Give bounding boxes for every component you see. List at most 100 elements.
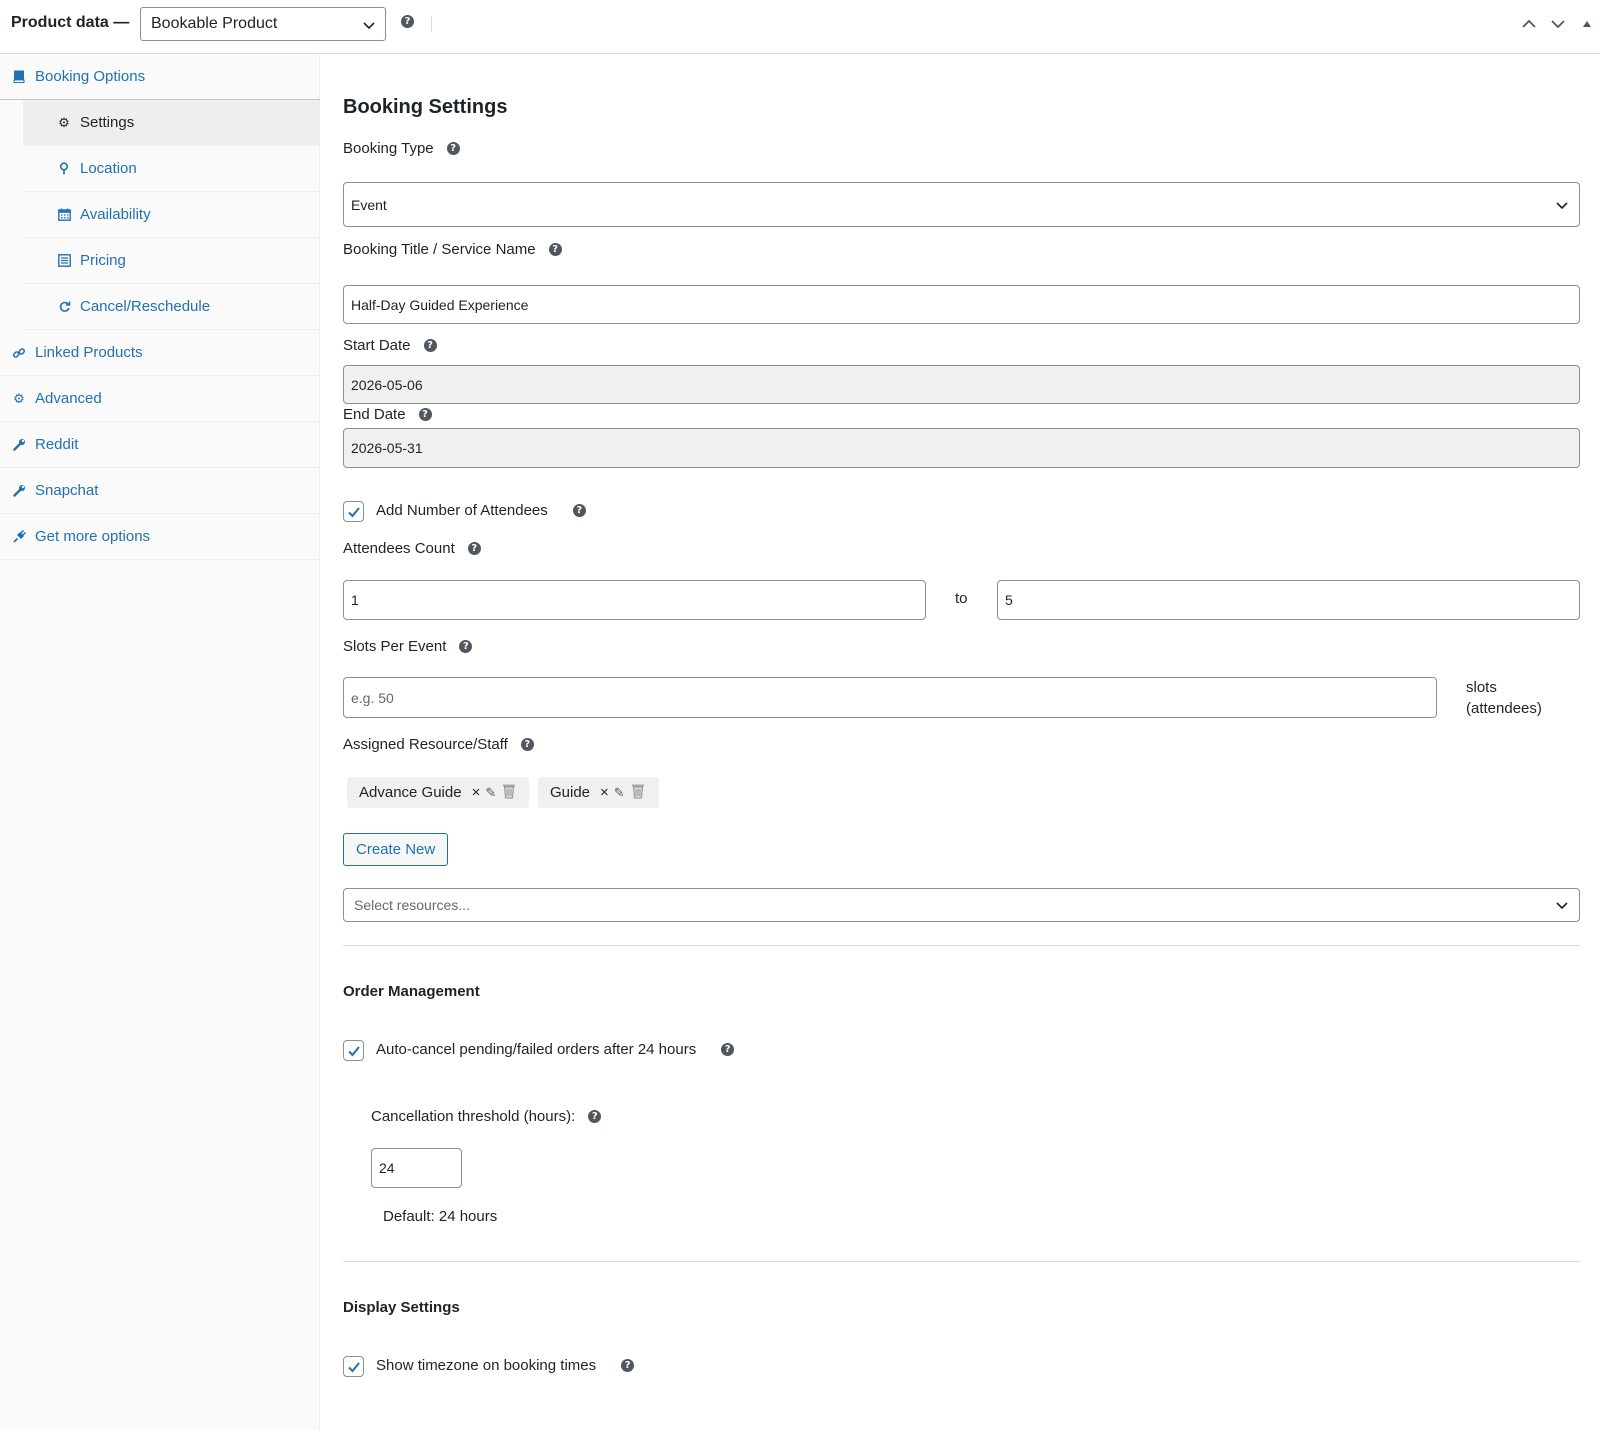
checkmark-icon [347,1045,360,1056]
gear-icon: ⚙ [58,114,70,130]
resource-chip: Guide × ✎ [538,777,659,808]
list-icon [57,254,71,268]
sidebar-item-snapchat[interactable]: Snapchat [0,468,320,514]
gear-icon: ⚙ [13,390,25,406]
help-icon[interactable]: ? [459,640,473,653]
threshold-default-note: Default: 24 hours [383,1208,498,1225]
section-title: Booking Settings [343,96,508,118]
section-divider [343,945,1580,946]
chevron-up-icon [1522,19,1536,28]
resource-label: Assigned Resource/Staff? [343,736,534,753]
booking-settings-panel: Booking Settings Booking Type? Event Boo… [321,54,1600,1431]
show-timezone-label: Show timezone on booking times? [376,1357,635,1374]
add-attendees-label: Add Number of Attendees? [376,502,586,519]
help-icon[interactable]: ? [721,1043,735,1056]
checkmark-icon [347,506,360,517]
sidebar-item-booking-options[interactable]: Booking Options [0,54,320,100]
auto-cancel-label: Auto-cancel pending/failed orders after … [376,1041,735,1058]
booking-type-label: Booking Type? [343,140,460,157]
move-up-button[interactable] [1519,14,1539,34]
end-date-input[interactable]: 2026-05-31 [343,428,1580,468]
wrench-icon [12,438,26,452]
booking-title-label: Booking Title / Service Name? [343,241,562,258]
attendees-count-label: Attendees Count? [343,540,481,557]
sidebar-item-availability[interactable]: Availability [23,192,320,238]
remove-resource-button[interactable]: × [472,784,481,801]
sidebar-item-cancel-reschedule[interactable]: Cancel/Reschedule [23,284,320,330]
sidebar-item-label: Snapchat [35,482,99,499]
show-timezone-checkbox[interactable] [343,1356,364,1377]
help-icon[interactable]: ? [467,542,481,555]
sidebar-item-label: Linked Products [35,344,143,361]
sidebar-item-advanced[interactable]: ⚙ Advanced [0,376,320,422]
threshold-input[interactable]: 24 [371,1148,462,1188]
threshold-label: Cancellation threshold (hours):? [371,1108,602,1125]
sidebar-item-label: Availability [80,206,151,223]
help-icon[interactable]: ? [423,339,437,352]
sidebar-item-reddit[interactable]: Reddit [0,422,320,468]
header-divider [431,16,432,32]
slots-label: Slots Per Event? [343,638,473,655]
chevron-down-icon [363,22,375,30]
help-icon[interactable]: ? [401,15,414,28]
sidebar-item-label: Location [80,160,137,177]
location-pin-icon [57,162,71,176]
collapse-panel-button[interactable] [1577,14,1597,34]
product-data-tabs: Booking Options ⚙ Settings Location Avai… [0,54,320,1431]
checkmark-icon [347,1361,360,1372]
end-date-label: End Date? [343,406,432,423]
slots-unit-label: slots (attendees) [1466,679,1542,717]
sidebar-item-label: Booking Options [35,68,146,85]
sidebar-item-get-more-options[interactable]: Get more options [0,514,320,560]
select-resources-dropdown[interactable]: Select resources... [343,888,1580,922]
trash-icon[interactable] [502,783,516,803]
help-icon[interactable]: ? [621,1359,635,1372]
trash-icon[interactable] [631,783,645,803]
attendees-range-separator: to [955,590,968,607]
attendees-min-input[interactable]: 1 [343,580,926,620]
create-new-button[interactable]: Create New [343,833,449,866]
sidebar-item-settings[interactable]: ⚙ Settings [23,100,320,146]
help-icon[interactable]: ? [572,504,586,517]
wrench-icon [12,484,26,498]
refresh-icon [57,300,71,314]
sidebar-item-location[interactable]: Location [23,146,320,192]
auto-cancel-checkbox[interactable] [343,1040,364,1061]
help-icon[interactable]: ? [588,1110,602,1123]
attendees-max-input[interactable]: 5 [997,580,1580,620]
book-icon [12,70,26,84]
triangle-up-icon [1583,21,1591,27]
resource-chip: Advance Guide × ✎ [347,777,529,808]
sidebar-item-linked-products[interactable]: Linked Products [0,330,320,376]
booking-type-select[interactable]: Event [343,182,1580,227]
display-settings-title: Display Settings [343,1299,460,1316]
product-data-title: Product data — [11,14,130,31]
help-icon[interactable]: ? [446,142,460,155]
chevron-down-icon [1556,201,1568,209]
pencil-icon[interactable]: ✎ [614,785,625,801]
calendar-icon [57,208,71,222]
help-icon[interactable]: ? [548,243,562,256]
remove-resource-button[interactable]: × [600,784,609,801]
product-type-value: Bookable Product [151,15,278,32]
sidebar-item-label: Pricing [80,252,126,269]
sidebar-item-label: Advanced [35,390,102,407]
chevron-down-icon [1551,20,1565,29]
add-attendees-checkbox[interactable] [343,501,364,522]
section-divider [343,1261,1580,1262]
sidebar-item-label: Reddit [35,436,79,453]
booking-title-input[interactable]: Half-Day Guided Experience [343,285,1580,324]
help-icon[interactable]: ? [520,738,534,751]
sidebar-item-label: Settings [80,114,135,131]
link-icon [12,346,26,360]
sidebar-item-pricing[interactable]: Pricing [23,238,320,284]
product-data-header: Product data — Bookable Product ? [0,0,1600,54]
help-icon[interactable]: ? [418,408,432,421]
slots-input[interactable]: e.g. 50 [343,677,1437,718]
start-date-input[interactable]: 2026-05-06 [343,365,1580,404]
product-type-select[interactable]: Bookable Product [140,7,386,41]
plugin-icon [12,530,26,544]
move-down-button[interactable] [1548,14,1568,34]
chevron-down-icon [1556,902,1568,910]
pencil-icon[interactable]: ✎ [485,785,496,801]
